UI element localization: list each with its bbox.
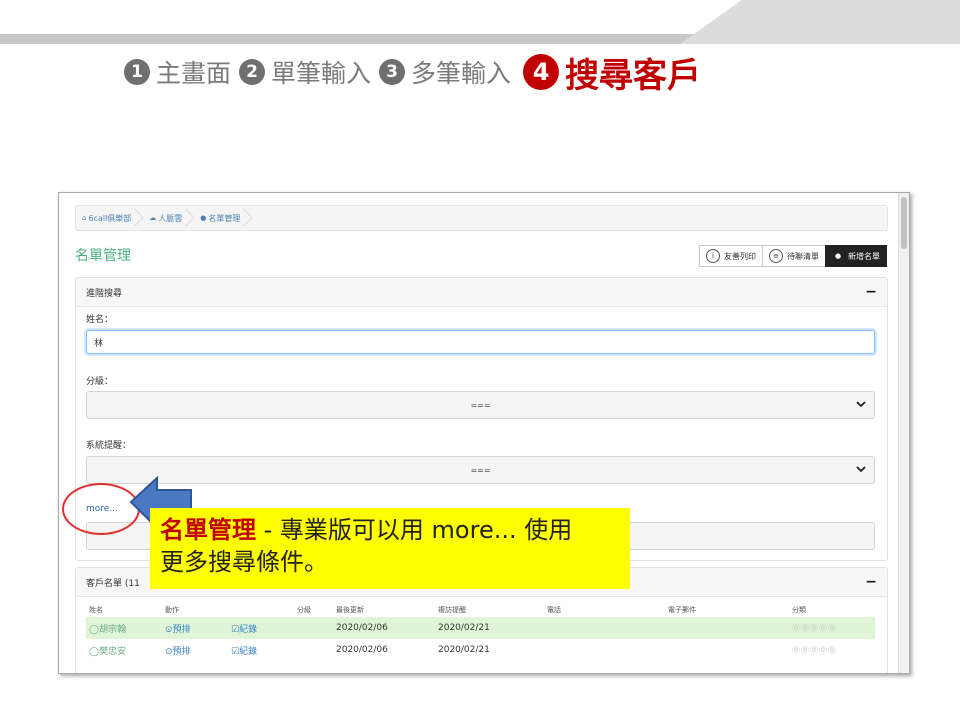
callout-line1: - 專業版可以用 more... 使用	[256, 516, 573, 544]
step-1-number: 1	[124, 59, 150, 85]
advanced-search-title: 進階搜尋	[86, 288, 123, 299]
callout-highlight: 名單管理	[160, 516, 256, 544]
updated-cell: 2020/02/06	[336, 645, 388, 655]
add-list-label: 新增名單	[848, 251, 880, 261]
grade-label: 分級：	[86, 377, 114, 387]
home-icon: ⌂	[82, 214, 87, 222]
collapse-icon[interactable]: −	[865, 284, 877, 300]
table-row[interactable]: ◯樊忠安 ⊙預排 ☑紀錄 2020/02/06 2020/02/21 ⓪⓪⓪⓪⓪	[86, 639, 875, 661]
column-header[interactable]: 動作	[162, 603, 228, 617]
table-row[interactable]: ◯胡宗翰 ⊙預排 ☑紀錄 2020/02/06 2020/02/21 ⓪⓪⓪⓪⓪	[86, 617, 875, 639]
add-list-button[interactable]: ● 新增名單	[825, 245, 887, 267]
category-cell[interactable]: ⓪⓪⓪⓪⓪	[789, 617, 875, 639]
breadcrumb-label: 人脈雲	[158, 213, 183, 223]
callout-line2: 更多搜尋條件。	[160, 548, 328, 576]
name-input-value: 林	[94, 338, 104, 349]
column-header[interactable]: 分級	[294, 603, 333, 617]
updated-cell: 2020/02/06	[333, 617, 435, 639]
cloud-icon: ☁	[149, 214, 157, 222]
chevron-down-icon	[856, 466, 866, 473]
schedule-link[interactable]: ⊙預排	[162, 639, 228, 661]
advanced-search-header[interactable]: 進階搜尋 −	[76, 278, 887, 307]
grade-cell	[294, 639, 333, 661]
chevron-down-icon	[856, 401, 866, 408]
reminder-select[interactable]: ===	[86, 456, 875, 484]
breadcrumb-item-club[interactable]: ⌂ 6call俱樂部	[76, 206, 143, 230]
column-header[interactable]: 電子郵件	[665, 603, 789, 617]
page-title: 名單管理	[75, 248, 131, 264]
step-2-number: 2	[239, 59, 266, 85]
reminder-select-value: ===	[470, 465, 491, 475]
top-band-wedge	[680, 0, 960, 44]
customer-name[interactable]: ◯樊忠安	[86, 639, 162, 661]
step-3: 3 多筆輸入	[379, 54, 511, 90]
column-header[interactable]: 電話	[544, 603, 665, 617]
user-icon: ◯	[89, 646, 100, 657]
pending-list-label: 待聯清單	[787, 251, 819, 261]
print-button[interactable]: i 友善列印	[699, 245, 763, 267]
breadcrumb-item-cloud[interactable]: ☁ 人脈雲	[143, 206, 194, 230]
phone-cell	[544, 617, 665, 639]
column-header[interactable]: 最後更新	[333, 603, 435, 617]
step-3-label: 多筆輸入	[411, 59, 512, 88]
record-link[interactable]: ☑紀錄	[228, 639, 294, 661]
pending-list-button[interactable]: ≡ 待聯清單	[762, 245, 826, 267]
phone-cell	[544, 639, 665, 661]
step-4-number: 4	[523, 54, 560, 90]
name-input[interactable]: 林	[86, 330, 875, 354]
info-icon: i	[706, 249, 720, 263]
reminder-cell: 2020/02/21	[435, 617, 544, 639]
step-3-number: 3	[379, 59, 406, 85]
grade-select-value: ===	[470, 400, 491, 410]
grade-select[interactable]: ===	[86, 391, 875, 419]
reminder-label: 系統提醒：	[86, 441, 132, 451]
schedule-link[interactable]: ⊙預排	[162, 617, 228, 639]
customer-name-text: 樊忠安	[99, 646, 127, 657]
step-1: 1 主畫面	[124, 54, 231, 90]
column-header[interactable]: 複訪提醒	[435, 603, 544, 617]
annotation-callout: 名單管理 - 專業版可以用 more... 使用 更多搜尋條件。	[150, 508, 630, 589]
customer-name-text: 胡宗翰	[99, 624, 127, 635]
customer-table: 姓名 動作 分級 最後更新 複訪提醒 電話 電子郵件 分類 ◯胡宗翰 ⊙預排 ☑…	[86, 603, 875, 661]
scrollbar-thumb[interactable]	[901, 197, 907, 249]
step-4-label: 搜尋客戶	[565, 55, 702, 96]
breadcrumb-label: 名單管理	[208, 213, 241, 223]
column-header[interactable]: 分類	[789, 603, 875, 617]
toolbar: i 友善列印 ≡ 待聯清單 ● 新增名單	[699, 245, 887, 267]
step-4-active: 4 搜尋客戶	[523, 48, 701, 97]
email-cell	[665, 617, 789, 639]
list-icon: ≡	[769, 249, 783, 263]
step-1-label: 主畫面	[156, 59, 232, 88]
breadcrumb: ⌂ 6call俱樂部 ☁ 人脈雲 ● 名單管理	[75, 205, 888, 231]
step-header: 1 主畫面 2 單筆輸入 3 多筆輸入 4 搜尋客戶	[124, 42, 709, 102]
reminder-cell: 2020/02/21	[438, 645, 490, 655]
column-header[interactable]: 姓名	[86, 603, 162, 617]
step-2: 2 單筆輸入	[239, 54, 371, 90]
users-icon: ●	[200, 214, 207, 222]
print-button-label: 友善列印	[724, 251, 756, 261]
record-link[interactable]: ☑紀錄	[228, 617, 294, 639]
column-header	[228, 603, 294, 617]
step-2-label: 單筆輸入	[271, 59, 372, 88]
collapse-icon[interactable]: −	[865, 574, 877, 590]
name-label: 姓名：	[86, 315, 114, 325]
category-cell[interactable]: ⓪⓪⓪⓪⓪	[789, 639, 875, 661]
table-header-row: 姓名 動作 分級 最後更新 複訪提醒 電話 電子郵件 分類	[86, 603, 875, 617]
email-cell	[665, 639, 789, 661]
user-icon: ●	[834, 252, 842, 260]
breadcrumb-item-list[interactable]: ● 名單管理	[194, 206, 252, 230]
customer-list-title: 客戶名單 (11	[86, 578, 140, 589]
user-icon: ◯	[89, 624, 100, 635]
customer-name[interactable]: ◯胡宗翰	[86, 617, 162, 639]
vertical-scrollbar[interactable]	[898, 193, 909, 673]
grade-cell	[294, 617, 333, 639]
app-screenshot: ⌂ 6call俱樂部 ☁ 人脈雲 ● 名單管理 名單管理 i 友善列印 ≡ 待聯…	[58, 192, 910, 674]
breadcrumb-label: 6call俱樂部	[88, 213, 132, 223]
